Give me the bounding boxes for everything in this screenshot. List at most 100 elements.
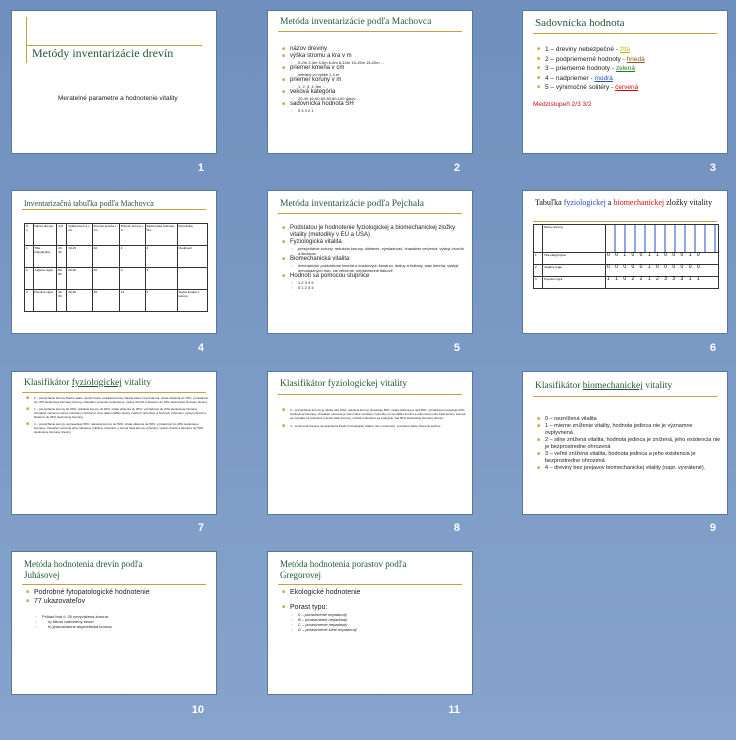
- bullet: sadovnícka hodnota SH: [282, 101, 466, 108]
- slide-2-title: Metóda inventarizácie podľa Machovca: [280, 17, 432, 27]
- bullet: Podstatou je hodnotenie fyziologickej a …: [282, 225, 466, 239]
- bullet: Fyziologická vitalita: [282, 239, 466, 246]
- slide-3-rule: [533, 33, 717, 34]
- slide-10-rule: [22, 584, 206, 585]
- slide-number-1: 1: [197, 162, 204, 174]
- bullet: 2 – presýchanie koruny nepresahuje 50%, …: [26, 422, 210, 434]
- slide-11-body: Ekologické hodnotenie Porast typu: 0 – p…: [282, 588, 466, 632]
- slide-thumbnail-1[interactable]: Metódy inventarizácie drevín Meratelné p…: [11, 10, 217, 154]
- sub-bullet: D – porastrnenie silne nepadnutý: [282, 627, 466, 632]
- colored-headers: [605, 224, 719, 253]
- table-header: Poznámka: [176, 223, 208, 246]
- slide-3-footer: Medzistupeň 2/3 3/2: [533, 100, 592, 108]
- bullet: 1 – dreviny nebezpečné - žltá: [537, 45, 721, 55]
- slide-6-rule: [533, 221, 717, 222]
- slide-11-rule: [278, 584, 462, 585]
- slide-10-body: Podrobné fytopatologické hodnotenie 77 u…: [26, 588, 210, 629]
- slide-7-title: Klasifikátor fyziologickej vitality: [24, 378, 152, 388]
- slide-2-body: názov dreviny výška stromu a kra v m 0-2…: [282, 46, 466, 113]
- bullet: 2 – podpriemerné hodnoty - hnedá: [537, 55, 721, 65]
- slide-number-5: 5: [453, 342, 460, 354]
- table-header: Č. s.: [24, 223, 34, 246]
- sub-bullet: 5 4 3 2 1: [282, 108, 466, 113]
- slide-thumbnail-7[interactable]: Klasifikátor fyziologickej vitality 0 – …: [11, 371, 217, 515]
- slide-thumbnail-10[interactable]: Metóda hodnotenia drevín podľa Juhásovej…: [11, 551, 217, 695]
- bullet: názov dreviny: [282, 46, 466, 53]
- bullet: 4 – nadpriemer - modrá: [537, 74, 721, 84]
- bullet: 2 – silne znížená vitalita, hodnota jedi…: [537, 437, 721, 451]
- inventory-table: Č. s. Názov dreviny Výš Výška kmeň a v c…: [24, 223, 208, 312]
- slide-8-title: Klasifikátor fyziologickej vitality: [280, 379, 408, 389]
- table-row: 3 Populus nigra 40-60 20-30 35 14 4 Suché koná…: [24, 289, 208, 312]
- slide-thumbnail-3[interactable]: Sadovnícka hodnota 1 – dreviny nebezpečn…: [522, 10, 728, 154]
- slide-3-title: Sadovnícka hodnota: [535, 17, 625, 29]
- slide-thumbnail-4[interactable]: Inventarizačná tabuľka podľa Machovca Č.…: [11, 190, 217, 334]
- bullet: Hodnotí sa pomocou stupnice: [282, 273, 466, 280]
- slide-1-subtitle: Meratelné parametre a hodnotenie vitalit…: [58, 95, 178, 102]
- bullet: veková kategória: [282, 89, 466, 96]
- bullet: priemer kmeňa v cm: [282, 65, 466, 72]
- bullet: 4 – zmarnená drevina nevykazujúca žiadnu…: [282, 424, 466, 428]
- bullet: výška stromu a kra v m: [282, 53, 466, 60]
- sub-bullet: presýchanie koruny, redukcia koruny, oli…: [282, 246, 466, 256]
- table-header: Výška kmeň a v cm: [66, 223, 93, 246]
- slide-9-title: Klasifikátor biomechanickej vitality: [535, 381, 673, 391]
- bullet: Ekologické hodnotenie: [282, 588, 466, 597]
- bullet: 77 ukazovateľov: [26, 597, 210, 606]
- slide-thumbnail-9[interactable]: Klasifikátor biomechanickej vitality 0 –…: [522, 371, 728, 515]
- slide-thumbnail-8[interactable]: Klasifikátor fyziologickej vitality 3 – …: [267, 371, 473, 515]
- slide-5-rule: [278, 213, 462, 214]
- slide-thumbnail-5[interactable]: Metóda inventarizácie podľa Pejchala Pod…: [267, 190, 473, 334]
- slide-5-body: Podstatou je hodnotenie fyziologickej a …: [282, 225, 466, 290]
- table-row: 2 Juglans regia 0 0 0 0 0 1 0 0 0 0 0 0: [533, 264, 719, 277]
- slide-7-body: 0 – presýchanie koruny žiadne alebo nevý…: [26, 396, 210, 434]
- slide-9-rule: [533, 396, 717, 397]
- bullet: Biomechanická vitalita: [282, 256, 466, 263]
- bullet: 3 – veľmi znížená vitalita, hodnota jedi…: [537, 451, 721, 465]
- slide-number-6: 6: [709, 342, 716, 354]
- slide-6-title: Tabuľka fyziologickej a biomechanickej z…: [535, 198, 713, 207]
- slide-number-4: 4: [197, 342, 204, 354]
- slide-8-body: 3 – presýchanie koruny je väčšie ako 50%…: [282, 408, 466, 428]
- table-header: Priemer kmeňa v cm: [91, 223, 120, 246]
- bullet: 5 – výnimočné solitéry - červená: [537, 83, 721, 93]
- slide-7-rule: [22, 392, 206, 393]
- slide-4-rule: [22, 209, 206, 210]
- slide-number-2: 2: [453, 162, 460, 174]
- bullet: 0 – presýchanie koruny žiadne alebo nevý…: [26, 396, 210, 404]
- slide-thumbnail-11[interactable]: Metóda hodnotenia porastov podľa Gregoro…: [267, 551, 473, 695]
- bullet: 1 – mierne zníženie vitality, hodnota je…: [537, 423, 721, 437]
- bullet: 0 – neznížená vitalita: [537, 416, 721, 423]
- table-header: Názov dreviny: [542, 224, 606, 253]
- slide-9-body: 0 – neznížená vitalita 1 – mierne znížen…: [537, 416, 721, 472]
- sub-sub-bullet: b) jednostranne asymetrická koruna: [26, 624, 210, 629]
- slide-1-vertical-rule: [26, 17, 27, 63]
- slide-5-title: Metóda inventarizácie podľa Pejchala: [280, 199, 424, 209]
- table-row: 3 Populus nigra 1 1 0 2 2 1 2 3 3 3 1 1: [533, 276, 719, 289]
- bullet: 4 – dreviny bez prejavov biomechanickej …: [537, 465, 721, 472]
- slide-8-rule: [278, 394, 462, 395]
- bullet: Podrobné fytopatologické hodnotenie: [26, 588, 210, 597]
- sub-bullet: 0 1 2 3 4: [282, 285, 466, 290]
- slide-10-title: Metóda hodnotenia drevín podľa Juhásovej: [24, 559, 143, 580]
- bullet: priemer koruny v m: [282, 77, 466, 84]
- table-header: Sadovnícka hodnota SH: [144, 223, 178, 246]
- slide-3-body: 1 – dreviny nebezpečné - žltá 2 – podpri…: [533, 45, 721, 109]
- slide-number-8: 8: [453, 522, 460, 534]
- table-header: Priemer koruny v m: [118, 223, 146, 246]
- table-row: 1 Tilia platyphyllos 20-40 10-15 32 4 3 Dvojkm…: [24, 245, 208, 268]
- slide-4-title: Inventarizačná tabuľka podľa Machovca: [24, 199, 154, 208]
- slide-thumbnail-6[interactable]: Tabuľka fyziologickej a biomechanickej z…: [522, 190, 728, 334]
- table-row: 2 Juglans regia 60-80 20-30 45 3 3: [24, 267, 208, 290]
- bullet: 1 – presýchanie koruny do 20%, redukcia …: [26, 407, 210, 419]
- slide-number-10: 10: [191, 704, 204, 716]
- slide-number-7: 7: [197, 522, 204, 534]
- slide-number-3: 3: [709, 162, 716, 174]
- slide-thumbnail-2[interactable]: Metóda inventarizácie podľa Machovca náz…: [267, 10, 473, 154]
- table-header: Výš: [56, 223, 68, 246]
- bullet: 3 – presýchanie koruny je väčšie ako 50%…: [282, 408, 466, 420]
- slide-11-title: Metóda hodnotenia porastov podľa Gregoro…: [280, 559, 407, 580]
- vitality-table: Názov dreviny 1 Tilia platyphyllos 0 0 1 0…: [533, 224, 719, 289]
- slide-1-title: Metódy inventarizácie drevín: [32, 46, 174, 60]
- slide-number-11: 11: [448, 704, 460, 716]
